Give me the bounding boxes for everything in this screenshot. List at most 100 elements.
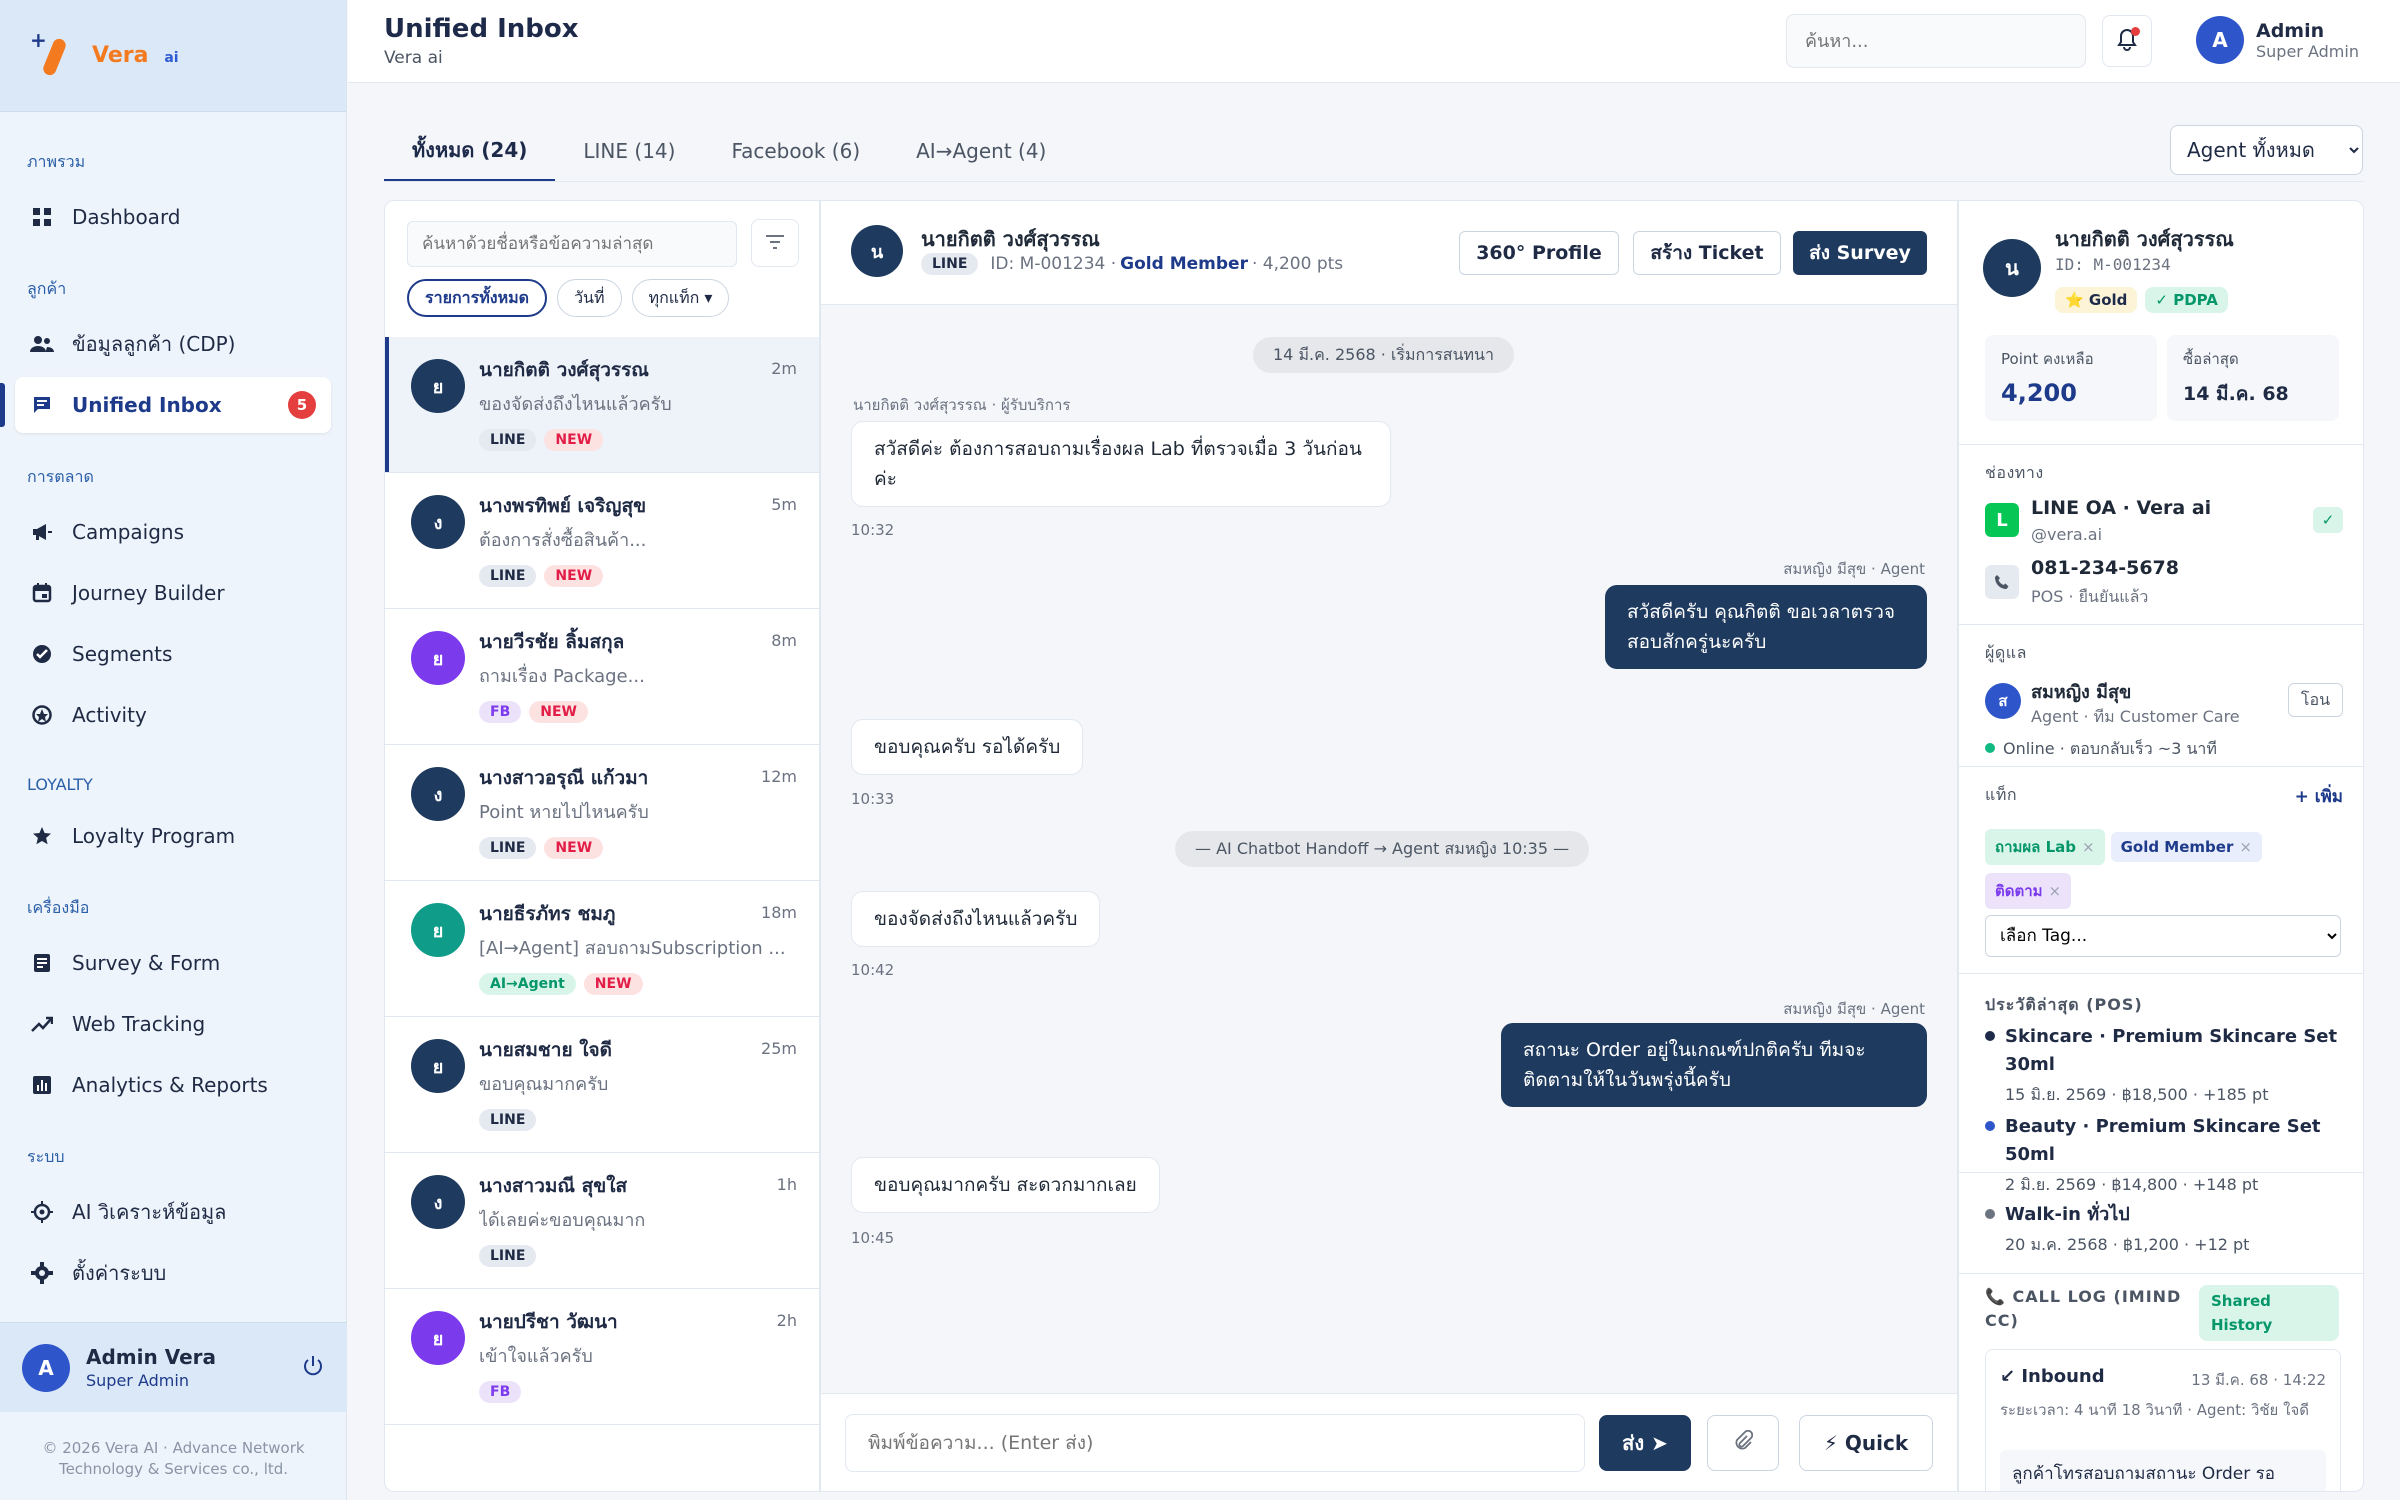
filter-icon bbox=[766, 234, 784, 253]
conversation-item[interactable]: ง นางสาวมณี สุขใส 1h ได้เลยค่ะขอบคุณมาก LINE bbox=[385, 1153, 819, 1289]
chat-customer-name: นายกิตติ วงศ์สุวรรณ bbox=[921, 227, 1100, 251]
nav-section-customers: ลูกค้า bbox=[27, 279, 67, 298]
sender-label: นายกิตติ วงศ์สุวรรณ · ผู้รับบริการ bbox=[853, 396, 1071, 414]
tag-select[interactable]: เลือก Tag... bbox=[1985, 915, 2341, 957]
conversation-item[interactable]: ย นายกิตติ วงศ์สุวรรณ 2m ของจัดส่งถึงไหนแล้… bbox=[385, 337, 819, 473]
transfer-button[interactable]: โอน bbox=[2287, 683, 2343, 717]
avatar: ส bbox=[1985, 683, 2021, 719]
avatar: ย bbox=[411, 1311, 465, 1365]
channel-badge: LINE bbox=[479, 1245, 537, 1267]
brand[interactable]: + Vera ai bbox=[0, 0, 346, 112]
conversation-item[interactable]: ง นางสาวอรุณี แก้วมา 12m Point หายไปไหนครับ… bbox=[385, 745, 819, 881]
line-oa-name: LINE OA · Vera ai bbox=[2031, 497, 2212, 519]
message-input[interactable] bbox=[845, 1414, 1585, 1472]
chip-tags[interactable]: ทุกแท็ก ▾ bbox=[631, 279, 730, 317]
tag-chip[interactable]: ติดตาม × bbox=[1985, 873, 2072, 909]
grid-icon bbox=[30, 205, 54, 229]
points-label: · 4,200 pts bbox=[1251, 254, 1344, 274]
last-purchase-label: ซื้อล่าสุด bbox=[2183, 350, 2239, 368]
top-header: Unified Inbox Vera ai bbox=[348, 0, 2400, 83]
header-user-role: Super Admin bbox=[2256, 41, 2359, 61]
search-input[interactable] bbox=[1786, 14, 2086, 68]
sidebar-item-unified-inbox[interactable]: Unified Inbox 5 bbox=[0, 377, 331, 433]
conversation-item[interactable]: ย นายธีรภัทร ชมภู 18m [AI→Agent] สอบถามSubs… bbox=[385, 881, 819, 1017]
conversation-item[interactable]: ง นางพรทิพย์ เจริญสุข 5m ต้องการสั่งซื้อสิน… bbox=[385, 473, 819, 609]
tab-ai-agent[interactable]: AI→Agent (4) bbox=[888, 120, 1074, 182]
phone-number[interactable]: 081-234-5678 bbox=[2031, 557, 2179, 579]
sidebar-item-label: ข้อมูลลูกค้า (CDP) bbox=[72, 332, 236, 356]
sidebar-item-label: Dashboard bbox=[72, 205, 181, 229]
owner-section: ผู้ดูแล ส สมหญิง มีสุข Agent · ทีม Custo… bbox=[1959, 625, 2363, 767]
tag-label: ติดตาม bbox=[1995, 882, 2043, 900]
nav-section-tools: เครื่องมือ bbox=[27, 898, 90, 917]
page-title: Unified Inbox bbox=[384, 14, 579, 44]
tab-line[interactable]: LINE (14) bbox=[555, 120, 703, 182]
conversation-preview: ถามเรื่อง Package... bbox=[479, 666, 645, 687]
copyright: © 2026 Vera AI · Advance Network Technolo… bbox=[0, 1438, 347, 1480]
sidebar-item-web-tracking[interactable]: Web Tracking bbox=[15, 996, 331, 1052]
owner-role: Agent · ทีม Customer Care bbox=[2031, 707, 2240, 726]
send-survey-button[interactable]: ส่ง Survey bbox=[1793, 231, 1927, 275]
conversation-badges: AI→Agent NEW bbox=[479, 973, 643, 995]
sidebar-item-settings[interactable]: ตั้งค่าระบบ bbox=[15, 1245, 331, 1301]
conversation-preview: Point หายไปไหนครับ bbox=[479, 802, 649, 823]
sidebar-item-campaigns[interactable]: Campaigns bbox=[15, 504, 331, 560]
conversation-item[interactable]: ย นายปรีชา วัฒนา 2h เข้าใจแล้วครับ FB bbox=[385, 1289, 819, 1425]
ai-icon bbox=[30, 1200, 54, 1224]
conversation-search-input[interactable] bbox=[407, 221, 737, 267]
avatar: ย bbox=[411, 631, 465, 685]
sidebar-item-loyalty-program[interactable]: Loyalty Program bbox=[15, 808, 331, 864]
filter-button[interactable] bbox=[751, 219, 799, 267]
tag-chip[interactable]: Gold Member × bbox=[2110, 832, 2262, 862]
message-time: 10:32 bbox=[851, 521, 895, 539]
sidebar-item-journey-builder[interactable]: Journey Builder bbox=[15, 565, 331, 621]
call-log-card[interactable]: ↙ Inbound 13 มี.ค. 68 · 14:22 ระยะเวลา: … bbox=[1985, 1349, 2341, 1491]
sidebar-item-segments[interactable]: Segments bbox=[15, 626, 331, 682]
call-note: ลูกค้าโทรสอบถามสถานะ Order รอ bbox=[2000, 1450, 2326, 1491]
line-icon: L bbox=[1985, 503, 2019, 537]
header-user-menu[interactable]: A Admin Super Admin bbox=[2196, 16, 2359, 64]
sidebar-item-ai-analysis[interactable]: AI วิเคราะห์ข้อมูล bbox=[15, 1184, 331, 1240]
add-tag-button[interactable]: + เพิ่ม bbox=[2295, 783, 2343, 810]
power-icon[interactable] bbox=[301, 1354, 325, 1382]
channel-tabs: ทั้งหมด (24) LINE (14) Facebook (6) AI→A… bbox=[384, 120, 1074, 182]
tag-chip[interactable]: ถามผล Lab × bbox=[1985, 829, 2105, 865]
conversation-item[interactable]: ย นายวีรชัย ลิ้มสกุล 8m ถามเรื่อง Package..… bbox=[385, 609, 819, 745]
sidebar-item-dashboard[interactable]: Dashboard bbox=[15, 189, 331, 245]
remove-tag-icon[interactable]: × bbox=[2049, 882, 2062, 900]
chat-header: น นายกิตติ วงศ์สุวรรณ LINE ID: M-001234 … bbox=[821, 201, 1957, 305]
create-ticket-button[interactable]: สร้าง Ticket bbox=[1633, 231, 1781, 275]
profile-360-button[interactable]: 360° Profile bbox=[1459, 231, 1619, 275]
message-bubble-incoming: ของจัดส่งถึงไหนแล้วครับ bbox=[851, 891, 1101, 947]
conversation-badges: LINE NEW bbox=[479, 837, 604, 859]
conversation-item[interactable]: ย นายสมชาย ใจดี 25m ขอบคุณมากครับ LINE bbox=[385, 1017, 819, 1153]
remove-tag-icon[interactable]: × bbox=[2082, 838, 2095, 856]
new-badge: NEW bbox=[544, 837, 604, 859]
agent-filter-select[interactable]: Agent ทั้งหมด bbox=[2170, 125, 2363, 175]
conversation-badges: FB NEW bbox=[479, 701, 588, 723]
calendar-icon bbox=[30, 581, 54, 605]
attach-button[interactable] bbox=[1707, 1415, 1779, 1471]
quick-reply-button[interactable]: ⚡ Quick bbox=[1799, 1415, 1933, 1471]
channel-badge: LINE bbox=[479, 1109, 537, 1131]
tab-facebook[interactable]: Facebook (6) bbox=[703, 120, 888, 182]
chip-date[interactable]: วันที่ bbox=[557, 279, 622, 317]
tier-badge: ⭐ Gold bbox=[2055, 287, 2138, 313]
notification-button[interactable] bbox=[2102, 15, 2152, 67]
profile-id: ID: M-001234 bbox=[2055, 255, 2171, 274]
sidebar-item-activity[interactable]: Activity bbox=[15, 687, 331, 743]
megaphone-icon bbox=[30, 520, 54, 544]
sidebar-item-survey-form[interactable]: Survey & Form bbox=[15, 935, 331, 991]
chip-all[interactable]: รายการทั้งหมด bbox=[407, 279, 548, 317]
remove-tag-icon[interactable]: × bbox=[2239, 838, 2252, 856]
sidebar-item-analytics[interactable]: Analytics & Reports bbox=[15, 1057, 331, 1113]
avatar: ย bbox=[411, 903, 465, 957]
send-button[interactable]: ส่ง ➤ bbox=[1599, 1415, 1691, 1471]
check-circle-icon bbox=[30, 642, 54, 666]
activity-icon bbox=[30, 703, 54, 727]
nav-section-system: ระบบ bbox=[27, 1147, 65, 1166]
sidebar-item-cdp[interactable]: ข้อมูลลูกค้า (CDP) bbox=[15, 316, 331, 372]
tab-all[interactable]: ทั้งหมด (24) bbox=[384, 120, 556, 182]
section-title: ผู้ดูแล bbox=[1985, 643, 2027, 662]
sidebar-user-card[interactable]: A Admin Vera Super Admin bbox=[0, 1322, 347, 1412]
